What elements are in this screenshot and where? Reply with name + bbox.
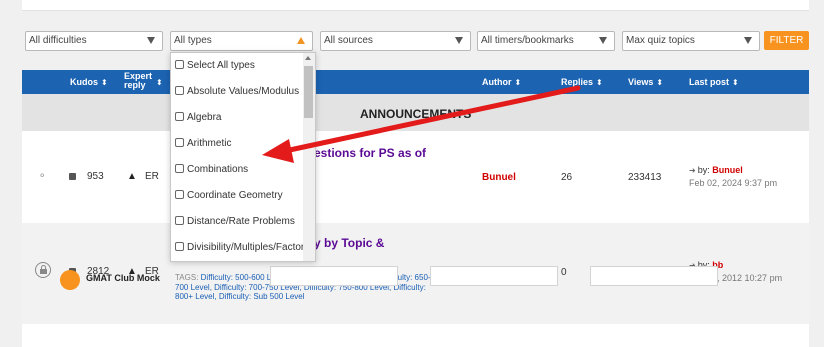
col-author[interactable]: Author ⬍ [482, 77, 521, 87]
club-title: GMAT Club Mock [86, 273, 160, 283]
tags-label: TAGS: [175, 273, 199, 282]
scroll-up-arrow[interactable] [305, 56, 311, 60]
last-post-user[interactable]: Bunuel [712, 165, 743, 175]
col-views[interactable]: Views ⬍ [628, 77, 663, 87]
bottom-card [430, 266, 558, 286]
checkbox[interactable] [175, 112, 184, 121]
expert-reply-badge: ER [145, 171, 159, 182]
table-row-partial [22, 324, 809, 347]
option-label: Distance/Rate Problems [187, 216, 295, 227]
option-label: Algebra [187, 112, 222, 123]
table-row[interactable]: ⚬ 953 ▲ ER estions for PS as of Bunuel 2… [22, 131, 809, 223]
bottom-card [590, 266, 718, 286]
sort-icon: ⬍ [514, 78, 522, 87]
last-post-date: Feb 02, 2024 9:37 pm [689, 178, 778, 188]
sources-select-value: All sources [324, 35, 373, 46]
col-views-label: Views [628, 77, 654, 87]
dropdown-option[interactable]: Algebra [175, 112, 303, 128]
club-logo [60, 270, 80, 290]
difficulty-select[interactable]: All difficulties [25, 31, 163, 51]
col-author-label: Author [482, 77, 512, 87]
dropdown-option[interactable]: Distance/Rate Problems [175, 216, 303, 232]
sort-icon: ⬍ [596, 78, 603, 87]
checkbox[interactable] [175, 164, 184, 173]
filter-button[interactable]: FILTER [764, 31, 809, 50]
sort-icon[interactable]: ⬍ [153, 77, 163, 87]
chevron-down-icon [744, 37, 752, 44]
dropdown-option[interactable]: Divisibility/Multiples/Factors [175, 242, 303, 258]
view-count: 233413 [628, 172, 662, 183]
dropdown-option[interactable]: Combinations [175, 164, 303, 180]
sort-icon: ⬍ [101, 78, 108, 87]
col-last-post[interactable]: Last post ⬍ [689, 77, 739, 87]
reply-count: 0 [561, 267, 567, 278]
chevron-down-icon [147, 37, 155, 44]
types-dropdown-menu: Select All types Absolute Values/Modulus… [170, 52, 316, 262]
col-last-post-label: Last post [689, 77, 730, 87]
checkbox[interactable] [175, 242, 184, 251]
pin-icon: ⚬ [38, 171, 47, 182]
dropdown-option[interactable]: Absolute Values/Modulus [175, 86, 303, 102]
topic-title[interactable]: estions for PS as of [314, 146, 426, 160]
option-label: Coordinate Geometry [187, 190, 283, 201]
col-replies[interactable]: Replies ⬍ [561, 77, 603, 87]
max-topics-select-value: Max quiz topics [626, 35, 695, 46]
filter-bar: All difficulties All types All sources A… [0, 0, 824, 60]
scrollbar-thumb[interactable] [304, 66, 313, 118]
col-kudos[interactable]: Kudos ⬍ [70, 77, 108, 87]
col-expert-label-2: reply [124, 80, 146, 90]
table-header: Kudos ⬍ Expert reply ⬍ Author ⬍ Replies ⬍ Vi… [22, 70, 809, 94]
chevron-up-icon [297, 37, 305, 44]
reply-arrow-icon: ➜ [689, 166, 696, 175]
kudos-count: 953 [87, 171, 104, 182]
chevron-down-icon [599, 37, 607, 44]
sources-select[interactable]: All sources [320, 31, 471, 51]
checkbox[interactable] [175, 216, 184, 225]
sort-icon: ⬍ [656, 78, 664, 87]
topic-title[interactable]: y by Topic & [314, 236, 384, 250]
option-label: Absolute Values/Modulus [187, 86, 300, 97]
lock-icon [35, 262, 51, 278]
option-label: Combinations [187, 164, 249, 175]
dropdown-option[interactable]: Arithmetic [175, 138, 303, 154]
dropdown-option[interactable]: Select All types [175, 60, 303, 76]
col-replies-label: Replies [561, 77, 594, 87]
timers-select-value: All timers/bookmarks [481, 35, 574, 46]
thumbs-up-icon [69, 173, 76, 180]
sort-glyph: ⬍ [156, 78, 163, 87]
option-label: Divisibility/Multiples/Factors [187, 242, 303, 253]
col-kudos-label: Kudos [70, 77, 98, 87]
col-expert-reply[interactable]: Expert reply [124, 72, 152, 90]
checkbox[interactable] [175, 60, 184, 69]
last-post-info: ➜ by: Bunuel [689, 165, 743, 175]
reply-count: 26 [561, 172, 573, 183]
difficulty-select-value: All difficulties [29, 35, 87, 46]
announcements-section: ANNOUNCEMENTS [22, 94, 809, 131]
last-post-by: by: [697, 165, 710, 175]
max-topics-select[interactable]: Max quiz topics [622, 31, 760, 51]
announcements-label: ANNOUNCEMENTS [360, 107, 472, 121]
checkbox[interactable] [175, 138, 184, 147]
chevron-down-icon [455, 37, 463, 44]
topic-author[interactable]: Bunuel [482, 172, 516, 183]
checkbox[interactable] [175, 190, 184, 199]
types-select-value: All types [174, 35, 212, 46]
types-select[interactable]: All types [170, 31, 313, 51]
checkbox[interactable] [175, 86, 184, 95]
sort-icon: ⬍ [732, 78, 739, 87]
graduation-cap-icon: ▲ [127, 171, 137, 182]
dropdown-option[interactable]: Coordinate Geometry [175, 190, 303, 206]
option-label: Select All types [187, 60, 255, 71]
topics-table: Kudos ⬍ Expert reply ⬍ Author ⬍ Replies ⬍ Vi… [22, 70, 809, 347]
timers-select[interactable]: All timers/bookmarks [477, 31, 615, 51]
bottom-card [270, 266, 398, 286]
option-label: Arithmetic [187, 138, 232, 149]
